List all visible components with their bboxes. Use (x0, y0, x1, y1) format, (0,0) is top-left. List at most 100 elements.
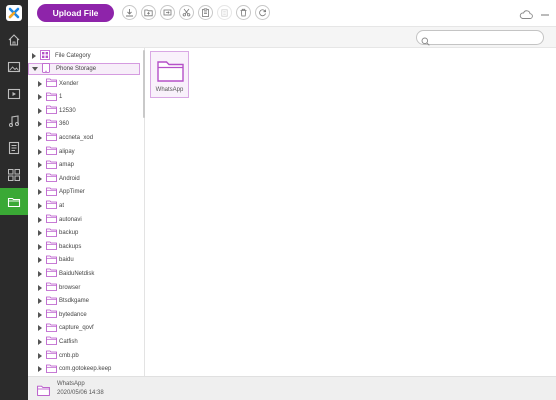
chevron-right-icon[interactable] (37, 229, 43, 237)
photos-icon[interactable] (0, 53, 28, 80)
videos-icon[interactable] (0, 80, 28, 107)
app-window: Upload File File Category Phone Storage … (0, 0, 556, 400)
status-bar: WhatsApp 2020/05/06 14:38 (28, 376, 556, 400)
tree-item-label: amap (59, 162, 75, 169)
tree-folder-item[interactable]: capture_qovf (28, 322, 140, 334)
delete-icon[interactable] (217, 5, 232, 20)
tree-folder-item[interactable]: Btsdkgame (28, 295, 140, 307)
chevron-right-icon[interactable] (37, 202, 43, 210)
tree-item-label: bytedance (59, 311, 87, 318)
chevron-right-icon[interactable] (37, 188, 43, 196)
tree-folder-item[interactable]: Android (28, 173, 140, 185)
folder-tile[interactable]: WhatsApp (150, 51, 189, 98)
download-icon[interactable] (122, 5, 137, 20)
tree-item-label: com.gotokeep.keep (59, 366, 112, 373)
folder-icon (46, 255, 57, 266)
chevron-right-icon[interactable] (37, 175, 43, 183)
chevron-right-icon[interactable] (37, 311, 43, 319)
chevron-right-icon[interactable] (37, 216, 43, 224)
tree-item-label: browser (59, 284, 81, 291)
documents-icon[interactable] (0, 134, 28, 161)
folder-icon (37, 383, 50, 400)
chevron-right-icon[interactable] (37, 365, 43, 373)
new-folder-icon[interactable] (141, 5, 156, 20)
files-icon[interactable] (0, 188, 28, 215)
tree-item-label: 1 (59, 94, 63, 101)
tree-folder-item[interactable]: BaiduNetdisk (28, 268, 140, 280)
paste-icon[interactable] (198, 5, 213, 20)
folder-icon (46, 119, 57, 130)
tree-item-label: cmb.pb (59, 352, 79, 359)
folder-icon (46, 92, 57, 103)
tree-item-label: Phone Storage (56, 66, 97, 72)
folder-icon (46, 323, 57, 334)
minimize-icon[interactable] (540, 7, 550, 25)
tree-folder-item[interactable]: backup (28, 227, 140, 239)
tree-folder-item[interactable]: AppTimer (28, 186, 140, 198)
tree-folder-item[interactable]: amap (28, 159, 140, 171)
chevron-right-icon[interactable] (37, 352, 43, 360)
chevron-right-icon[interactable] (37, 284, 43, 292)
chevron-right-icon[interactable] (37, 148, 43, 156)
tree-folder-item[interactable]: cmb.pb (28, 350, 140, 362)
tree-item-label: capture_qovf (59, 325, 94, 332)
tree-item-label: at (59, 202, 65, 209)
tree-item-phone-storage[interactable]: Phone Storage (28, 63, 140, 75)
chevron-right-icon[interactable] (37, 120, 43, 128)
chevron-right-icon[interactable] (37, 297, 43, 305)
home-icon[interactable] (0, 26, 28, 53)
upload-file-button[interactable]: Upload File (37, 4, 114, 22)
file-grid: WhatsApp (146, 48, 556, 376)
folder-icon (46, 132, 57, 143)
chevron-right-icon[interactable] (37, 80, 43, 88)
music-icon[interactable] (0, 107, 28, 134)
folder-icon (46, 228, 57, 239)
tree-folder-item[interactable]: bytedance (28, 309, 140, 321)
tree-scrollbar[interactable] (143, 50, 145, 118)
folder-icon (46, 296, 57, 307)
chevron-right-icon[interactable] (37, 243, 43, 251)
tree-folder-item[interactable]: at (28, 200, 140, 212)
chevron-down-icon[interactable] (32, 65, 38, 73)
tree-folder-item[interactable]: Catfish (28, 336, 140, 348)
tree-item-label: backup (59, 230, 79, 237)
chevron-right-icon[interactable] (37, 338, 43, 346)
tree-folder-item[interactable]: com.gotokeep.keep (28, 363, 140, 375)
export-icon[interactable] (160, 5, 175, 20)
chevron-right-icon[interactable] (37, 161, 43, 169)
tree-item-label: autonavi (59, 216, 82, 223)
chevron-right-icon[interactable] (37, 256, 43, 264)
tree-folder-item[interactable]: backups (28, 241, 140, 253)
folder-icon (46, 146, 57, 157)
folder-icon (46, 214, 57, 225)
tree-folder-item[interactable]: Xender (28, 78, 140, 90)
tree-folder-item[interactable]: baidu (28, 254, 140, 266)
folder-icon (46, 160, 57, 171)
tree-item-label: Android (59, 175, 80, 182)
tree-item-file-category[interactable]: File Category (28, 50, 140, 62)
tree-folder-item[interactable]: 360 (28, 118, 140, 130)
folder-icon (46, 200, 57, 211)
tree-folder-item[interactable]: 1 (28, 91, 140, 103)
tree-item-label: 12530 (59, 107, 76, 114)
search-input[interactable] (433, 32, 539, 43)
chevron-right-icon[interactable] (37, 93, 43, 101)
trash-icon[interactable] (236, 5, 251, 20)
tree-folder-item[interactable]: accneta_xod (28, 132, 140, 144)
tree-folder-item[interactable]: browser (28, 282, 140, 294)
chevron-right-icon[interactable] (37, 324, 43, 332)
tree-folder-item[interactable]: alipay (28, 146, 140, 158)
chevron-right-icon[interactable] (31, 52, 37, 60)
chevron-right-icon[interactable] (37, 134, 43, 142)
cut-icon[interactable] (179, 5, 194, 20)
cloud-icon[interactable] (519, 7, 533, 25)
search-box (416, 30, 544, 46)
chevron-right-icon[interactable] (37, 270, 43, 278)
refresh-icon[interactable] (255, 5, 270, 20)
tree-folder-item[interactable]: autonavi (28, 214, 140, 226)
chevron-right-icon[interactable] (37, 107, 43, 115)
tree-folder-item[interactable]: 12530 (28, 105, 140, 117)
folder-tree: File Category Phone Storage Xender 1 12530 36… (28, 48, 145, 376)
apps-icon[interactable] (0, 161, 28, 188)
toolbar: Upload File (28, 0, 556, 26)
